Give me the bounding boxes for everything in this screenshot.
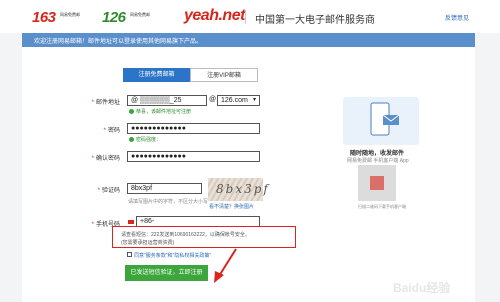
captcha-refresh-link[interactable]: 看不清楚？换张图片 bbox=[209, 203, 254, 210]
logo-126-subtitle: 网易免费邮 bbox=[130, 12, 150, 17]
watermark-text: Baidu经验 bbox=[393, 281, 451, 295]
check-icon bbox=[129, 137, 134, 143]
email-label: * 邮件地址 bbox=[91, 100, 120, 106]
tab-free-mail[interactable]: 注册免费邮箱 bbox=[123, 68, 190, 82]
password-label: * 密码 bbox=[103, 128, 120, 134]
notice-text: 欢迎注册网易邮箱！邮件地址可以登录使用其他网易旗下产品。 bbox=[34, 39, 203, 45]
agree-checkbox[interactable] bbox=[127, 252, 132, 257]
qr-code bbox=[358, 165, 396, 201]
register-submit-button[interactable]: 已发送短信验证，立即注册 bbox=[125, 265, 208, 281]
confirm-password-label: * 确认密码 bbox=[91, 156, 120, 162]
side-title: 随时随地，收发邮件 bbox=[350, 151, 405, 157]
logo-163-subtitle: 网易免费邮 bbox=[60, 12, 80, 17]
side-subtitle: 网易免费邮 手机客户端 App bbox=[347, 158, 409, 164]
mobile-app-illustration bbox=[343, 97, 419, 145]
captcha-label: * 验证码 bbox=[97, 188, 120, 194]
logo-163[interactable]: 163 网易免费邮 bbox=[32, 9, 80, 27]
password-field[interactable]: ●●●●●●●●●●●●● bbox=[127, 123, 260, 134]
top-bar: 163 网易免费邮 126 网易免费邮 yeah.net 中国第一大电子邮件服务… bbox=[0, 0, 500, 33]
captcha-field[interactable]: 8bx3pf bbox=[127, 183, 202, 194]
register-panel: 注册免费邮箱 注册VIP邮箱 bbox=[22, 47, 475, 302]
sms-instruction: 请查看短信：222发送到10690163222，以确保帐号安全。 bbox=[121, 232, 250, 238]
china-flag-icon bbox=[128, 220, 134, 224]
logo-126[interactable]: 126 网易免费邮 bbox=[102, 9, 150, 27]
email-domain-select[interactable]: 126.com ▾ bbox=[217, 95, 260, 106]
qr-caption: 扫描二维码下载手机客户端 bbox=[358, 204, 406, 209]
captcha-image-text: 8bx3pf bbox=[216, 182, 270, 196]
tab-vip-mail[interactable]: 注册VIP邮箱 bbox=[190, 68, 258, 82]
chevron-down-icon: ▾ bbox=[252, 97, 256, 103]
captcha-hint: 请填写图片中的字符，不区分大小写 bbox=[128, 199, 209, 205]
email-field[interactable]: @ ▒▒▒▒▒▒_25 bbox=[127, 95, 207, 106]
header-slogan: 中国第一大电子邮件服务商 bbox=[255, 15, 375, 26]
confirm-password-field[interactable]: ●●●●●●●●●●●●● bbox=[127, 151, 260, 162]
captcha-image[interactable]: 8bx3pf bbox=[208, 178, 268, 201]
qr-logo-icon bbox=[370, 176, 384, 190]
sms-fee-note: (您需要承担运营商资费) bbox=[121, 240, 175, 246]
logo-126-text: 126 bbox=[102, 9, 126, 26]
agree-terms-link[interactable]: 同意"服务条款"和"隐私权相关政策" bbox=[134, 252, 211, 259]
feedback-link[interactable]: 反馈意见 bbox=[445, 13, 469, 22]
check-icon bbox=[129, 109, 134, 115]
email-hint: 恭喜，该邮件地址可注册 bbox=[129, 108, 191, 115]
logo-yeah[interactable]: yeah.net bbox=[184, 7, 245, 25]
logo-163-text: 163 bbox=[32, 9, 56, 26]
logo-yeah-text: yeah.net bbox=[184, 7, 245, 24]
notice-bar: 欢迎注册网易邮箱！邮件地址可以登录使用其他网易旗下产品。 bbox=[22, 33, 475, 47]
header-divider bbox=[245, 10, 246, 24]
password-hint: 密码强度： bbox=[129, 136, 161, 143]
phone-mail-icon bbox=[370, 102, 400, 136]
